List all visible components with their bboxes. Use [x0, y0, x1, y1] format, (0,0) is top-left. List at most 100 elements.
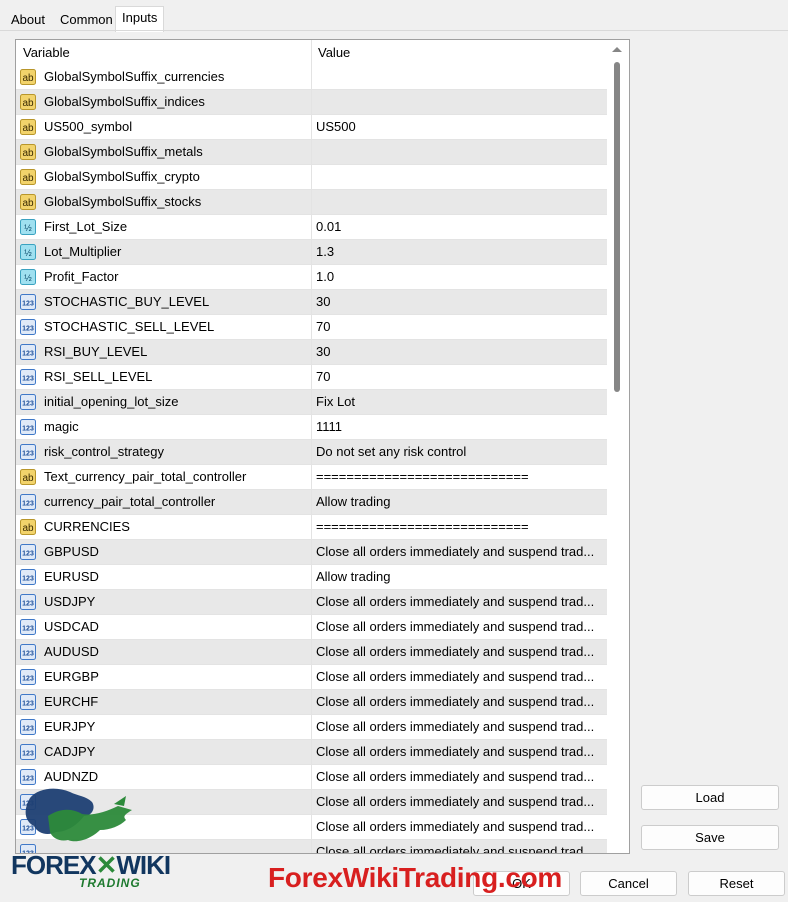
- table-row[interactable]: 123 EURCHF Close all orders immediately an…: [16, 690, 607, 715]
- svg-text:123: 123: [22, 776, 34, 783]
- variable-name: GBPUSD: [44, 544, 99, 559]
- variable-value[interactable]: 70: [316, 315, 604, 339]
- cancel-button[interactable]: Cancel: [580, 871, 677, 896]
- scrollbar-thumb[interactable]: [614, 62, 620, 392]
- cell-divider: [311, 390, 312, 415]
- svg-text:123: 123: [22, 301, 34, 308]
- load-button[interactable]: Load: [641, 785, 779, 810]
- svg-text:123: 123: [22, 676, 34, 683]
- svg-text:123: 123: [22, 576, 34, 583]
- table-row[interactable]: 123 STOCHASTIC_SELL_LEVEL 70: [16, 315, 607, 340]
- cell-divider: [311, 815, 312, 840]
- integer-icon: 123: [19, 493, 37, 511]
- table-row[interactable]: 123 CADJPY Close all orders immediately an…: [16, 740, 607, 765]
- table-row[interactable]: ½ Lot_Multiplier 1.3: [16, 240, 607, 265]
- table-row[interactable]: 123 GBPUSD Close all orders immediately an…: [16, 540, 607, 565]
- table-row[interactable]: 123 USDJPY Close all orders immediately an…: [16, 590, 607, 615]
- table-row[interactable]: ab GlobalSymbolSuffix_stocks: [16, 190, 607, 215]
- table-row[interactable]: 123 AUDUSD Close all orders immediately an…: [16, 640, 607, 665]
- table-row[interactable]: ab GlobalSymbolSuffix_indices: [16, 90, 607, 115]
- string-icon: ab: [19, 118, 37, 136]
- table-row[interactable]: 123 EURJPY Close all orders immediately an…: [16, 715, 607, 740]
- table-row[interactable]: ½ First_Lot_Size 0.01: [16, 215, 607, 240]
- variable-value[interactable]: Close all orders immediately and suspend…: [316, 540, 604, 564]
- integer-icon: 123: [19, 768, 37, 786]
- variable-value[interactable]: 1.3: [316, 240, 604, 264]
- tab-common[interactable]: Common: [53, 8, 120, 30]
- variable-value[interactable]: 70: [316, 365, 604, 389]
- scroll-up-arrow-icon[interactable]: [612, 47, 622, 52]
- table-row[interactable]: ab CURRENCIES ============================: [16, 515, 607, 540]
- variable-value[interactable]: Fix Lot: [316, 390, 604, 414]
- variable-value[interactable]: ============================: [316, 465, 604, 489]
- table-row[interactable]: 123 risk_control_strategy Do not set any r…: [16, 440, 607, 465]
- variable-name: risk_control_strategy: [44, 444, 164, 459]
- cell-divider: [311, 440, 312, 465]
- variable-value[interactable]: ============================: [316, 515, 604, 539]
- variable-value[interactable]: 0.01: [316, 215, 604, 239]
- variable-value[interactable]: Close all orders immediately and suspend…: [316, 715, 604, 739]
- cell-divider: [311, 615, 312, 640]
- variable-name: First_Lot_Size: [44, 219, 128, 234]
- variable-value[interactable]: Close all orders immediately and suspend…: [316, 815, 604, 839]
- table-row[interactable]: ½ Profit_Factor 1.0: [16, 265, 607, 290]
- variable-name: GlobalSymbolSuffix_metals: [44, 144, 203, 159]
- variable-value[interactable]: Allow trading: [316, 565, 604, 589]
- variable-name: currency_pair_total_controller: [44, 494, 216, 509]
- table-row[interactable]: 123 magic 1111: [16, 415, 607, 440]
- variable-value[interactable]: Close all orders immediately and suspend…: [316, 690, 604, 714]
- variable-value[interactable]: US500: [316, 115, 604, 139]
- integer-icon: 123: [19, 318, 37, 336]
- variable-value[interactable]: Close all orders immediately and suspend…: [316, 640, 604, 664]
- variable-value[interactable]: 30: [316, 340, 604, 364]
- table-row[interactable]: 123 currency_pair_total_controller Allow t…: [16, 490, 607, 515]
- variable-value[interactable]: Allow trading: [316, 490, 604, 514]
- variable-name: EURUSD: [44, 569, 99, 584]
- variable-value[interactable]: Close all orders immediately and suspend…: [316, 740, 604, 764]
- save-button[interactable]: Save: [641, 825, 779, 850]
- tab-inputs[interactable]: Inputs: [115, 6, 165, 32]
- integer-icon: 123: [19, 393, 37, 411]
- variable-name: STOCHASTIC_SELL_LEVEL: [44, 319, 215, 334]
- variable-value[interactable]: Close all orders immediately and suspend…: [316, 615, 604, 639]
- table-row[interactable]: ab GlobalSymbolSuffix_crypto: [16, 165, 607, 190]
- cell-divider: [311, 415, 312, 440]
- table-row[interactable]: 123 RSI_BUY_LEVEL 30: [16, 340, 607, 365]
- cell-divider: [311, 115, 312, 140]
- string-icon: ab: [19, 168, 37, 186]
- table-row[interactable]: ab GlobalSymbolSuffix_metals: [16, 140, 607, 165]
- variable-value[interactable]: Close all orders immediately and suspend…: [316, 790, 604, 814]
- table-row[interactable]: 123 initial_opening_lot_size Fix Lot: [16, 390, 607, 415]
- variable-value[interactable]: Close all orders immediately and suspend…: [316, 840, 604, 853]
- tab-about[interactable]: About: [4, 8, 52, 30]
- watermark-site: ForexWikiTrading.com: [268, 862, 563, 893]
- cell-divider: [311, 740, 312, 765]
- column-header-variable[interactable]: Variable: [16, 40, 70, 65]
- vertical-scrollbar[interactable]: [607, 40, 629, 853]
- integer-icon: 123: [19, 443, 37, 461]
- variable-value[interactable]: 30: [316, 290, 604, 314]
- string-icon: ab: [19, 93, 37, 111]
- table-row[interactable]: 123 RSI_SELL_LEVEL 70: [16, 365, 607, 390]
- reset-button[interactable]: Reset: [688, 871, 785, 896]
- variable-value[interactable]: Close all orders immediately and suspend…: [316, 590, 604, 614]
- table-row[interactable]: ab Text_currency_pair_total_controller ===…: [16, 465, 607, 490]
- variable-value[interactable]: Close all orders immediately and suspend…: [316, 665, 604, 689]
- variable-value[interactable]: 1.0: [316, 265, 604, 289]
- table-row[interactable]: 123 EURGBP Close all orders immediately an…: [16, 665, 607, 690]
- integer-icon: 123: [19, 668, 37, 686]
- table-row[interactable]: 123 STOCHASTIC_BUY_LEVEL 30: [16, 290, 607, 315]
- variable-value[interactable]: Do not set any risk control: [316, 440, 604, 464]
- cell-divider: [311, 140, 312, 165]
- svg-text:123: 123: [22, 351, 34, 358]
- variable-value[interactable]: Close all orders immediately and suspend…: [316, 765, 604, 789]
- table-row[interactable]: ab GlobalSymbolSuffix_currencies: [16, 65, 607, 90]
- variable-value[interactable]: 1111: [316, 415, 604, 439]
- variable-name: EURCHF: [44, 694, 99, 709]
- svg-text:123: 123: [22, 551, 34, 558]
- table-row[interactable]: 123 EURUSD Allow trading: [16, 565, 607, 590]
- table-row[interactable]: 123 USDCAD Close all orders immediately an…: [16, 615, 607, 640]
- table-row[interactable]: ab US500_symbol US500: [16, 115, 607, 140]
- column-header-value[interactable]: Value: [311, 40, 350, 65]
- cell-divider: [311, 515, 312, 540]
